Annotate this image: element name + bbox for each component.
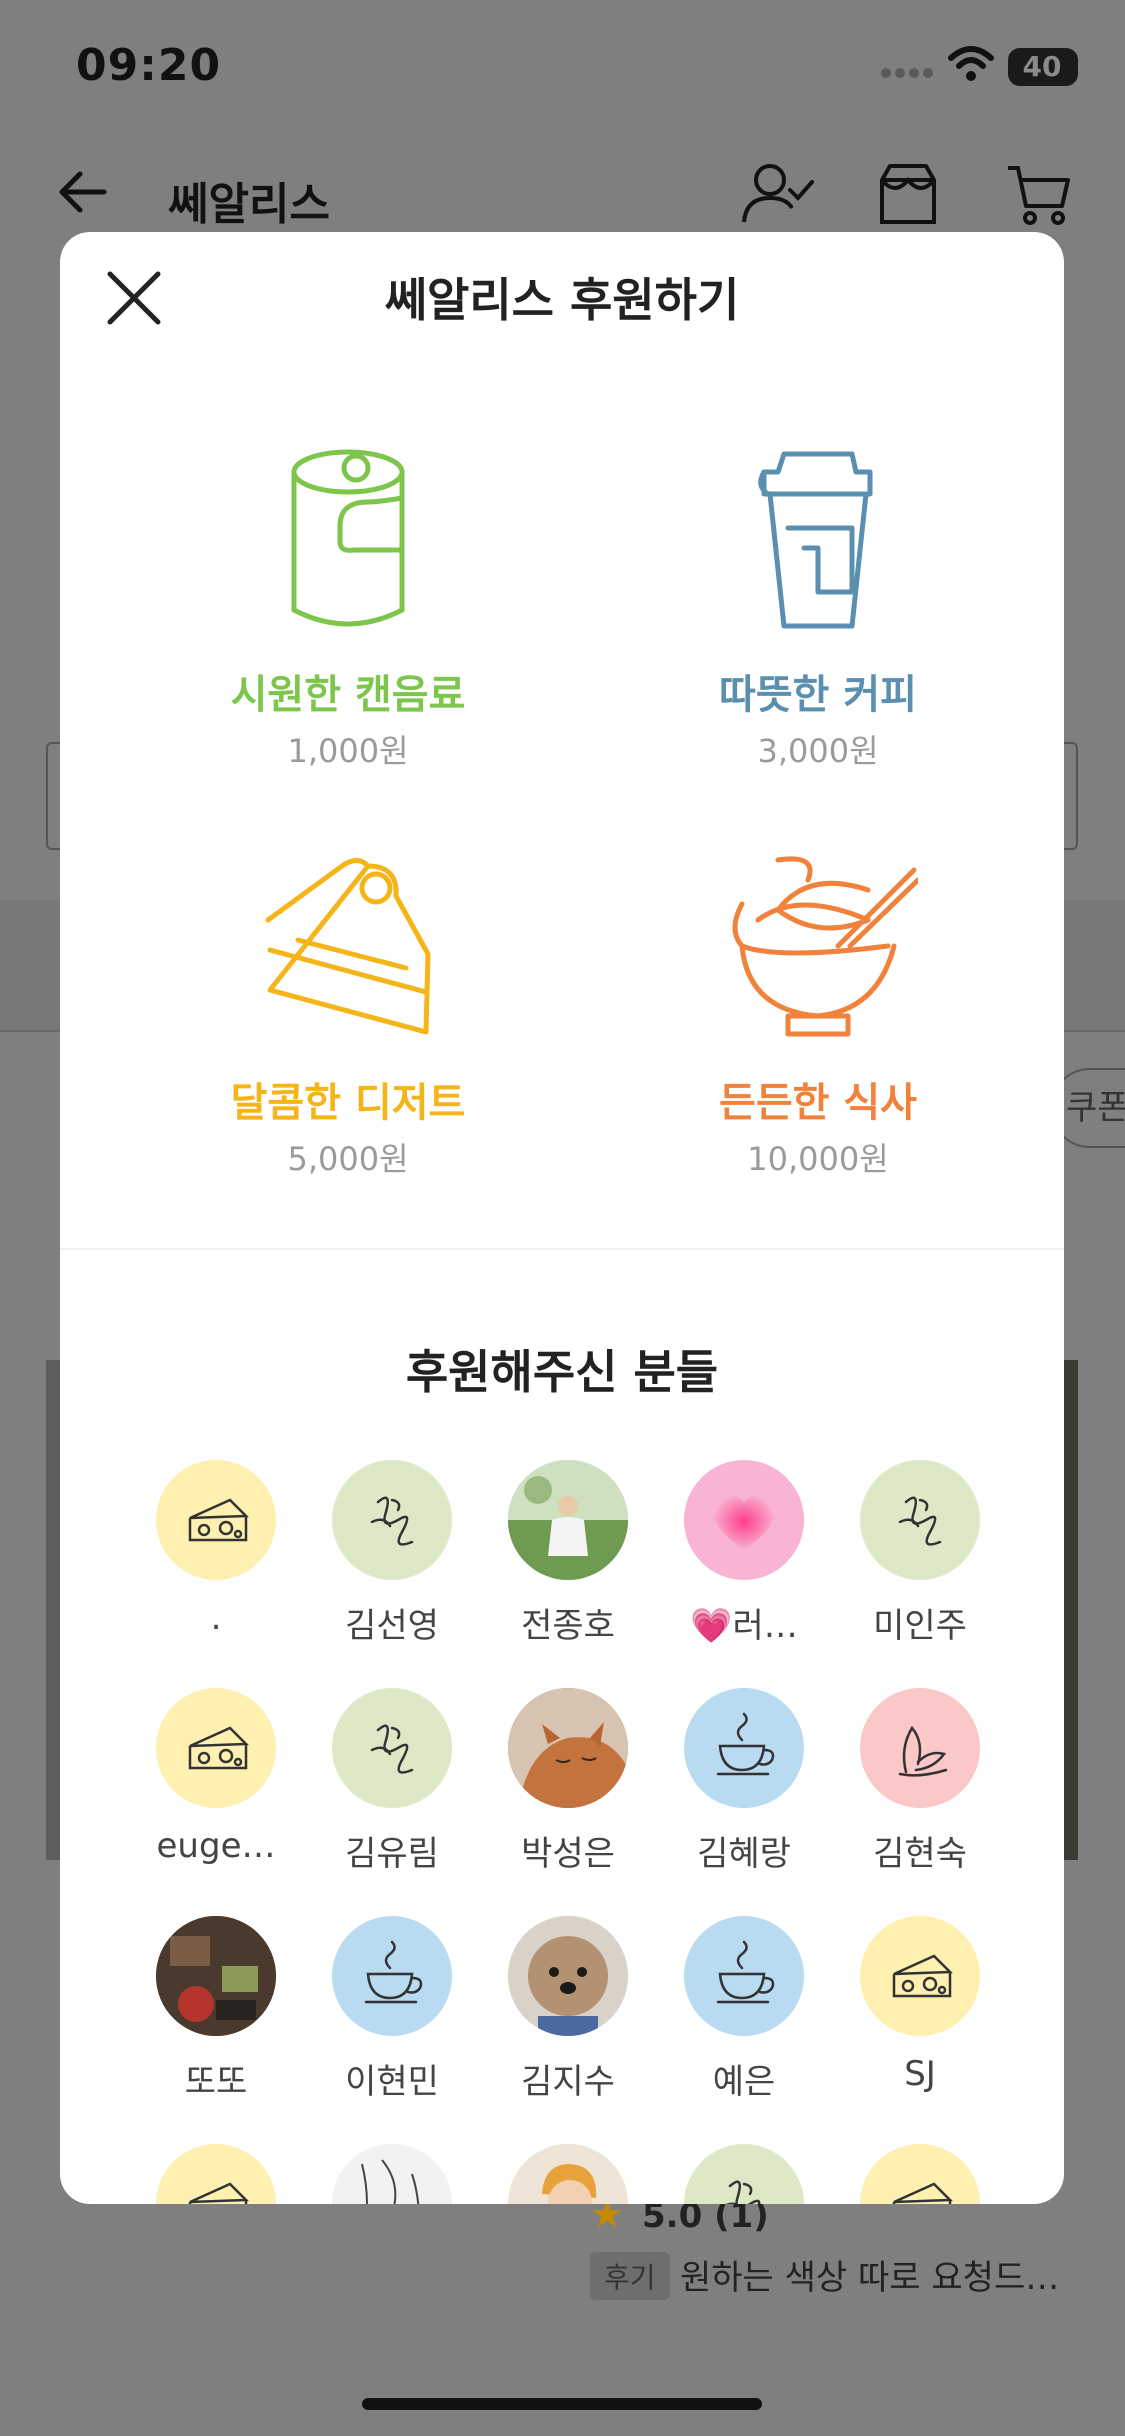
supporter-item[interactable]	[146, 2144, 286, 2204]
supporter-item[interactable]: 김유림	[322, 1688, 462, 1888]
supporter-name: 김현숙	[873, 1834, 967, 1874]
supporter-item[interactable]: 예은	[674, 1916, 814, 2116]
background-product-image	[1064, 1360, 1078, 1860]
option-price: 1,000원	[287, 732, 409, 770]
supporter-item[interactable]: 미인주	[850, 1460, 990, 1660]
supporter-item[interactable]: 박성은	[498, 1688, 638, 1888]
cart-icon[interactable]	[1004, 160, 1074, 230]
supporter-item[interactable]: 김혜랑	[674, 1688, 814, 1888]
supporter-name: 이현민	[345, 2062, 439, 2102]
support-modal: 쎄알리스 후원하기 시원한 캔음료 1,000원 따뜻한 커피 3,000원 달…	[60, 232, 1064, 2204]
teacup-icon	[684, 1916, 804, 2036]
supporter-item[interactable]	[850, 2144, 990, 2204]
cellular-signal-icon	[881, 68, 933, 78]
avatar-photo	[156, 1916, 276, 2036]
supporter-item[interactable]: euge…	[146, 1688, 286, 1888]
flower-sketch-icon	[684, 2144, 804, 2204]
option-can-drink[interactable]: 시원한 캔음료 1,000원	[168, 442, 528, 822]
cheese-icon	[156, 1460, 276, 1580]
option-name: 달콤한 디저트	[230, 1080, 466, 1126]
supporter-name: 김지수	[521, 2062, 615, 2102]
option-meal[interactable]: 든든한 식사 10,000원	[638, 850, 998, 1230]
supporter-name: 💗러…	[690, 1606, 798, 1646]
review-snippet: 원하는 색상 따로 요청드…	[680, 2258, 1060, 2298]
coffee-cup-icon	[758, 451, 873, 629]
supporter-name: 또또	[184, 2062, 248, 2102]
leaf-icon	[860, 1688, 980, 1808]
avatar-photo	[332, 2144, 452, 2204]
wifi-icon	[948, 46, 994, 81]
flower-sketch-icon	[332, 1688, 452, 1808]
cake-icon	[265, 858, 431, 1035]
supporter-item[interactable]: 전종호	[498, 1460, 638, 1660]
supporter-name: 김혜랑	[697, 1834, 791, 1874]
support-options: 시원한 캔음료 1,000원 따뜻한 커피 3,000원 달콤한 디저트 5,0…	[60, 432, 1064, 1232]
supporter-name: 미인주	[873, 1606, 967, 1646]
supporter-name: 박성은	[521, 1834, 615, 1874]
review-tag: 후기	[590, 2252, 670, 2300]
store-icon[interactable]	[876, 160, 940, 230]
supporter-name: 김선영	[345, 1606, 439, 1646]
supporter-item[interactable]: 김선영	[322, 1460, 462, 1660]
battery-level: 40	[1022, 50, 1062, 83]
supporter-item[interactable]: SJ	[850, 1916, 990, 2116]
option-name: 따뜻한 커피	[719, 672, 917, 718]
supporter-name: euge…	[156, 1826, 276, 1866]
supporter-item[interactable]: 김지수	[498, 1916, 638, 2116]
supporter-item[interactable]	[322, 2144, 462, 2204]
supporter-name: 김유림	[345, 1834, 439, 1874]
option-price: 5,000원	[287, 1140, 409, 1178]
bowl-icon	[732, 856, 918, 1037]
cheese-icon	[156, 1688, 276, 1808]
flower-sketch-icon	[332, 1460, 452, 1580]
supporters-title: 후원해주신 분들	[405, 1345, 719, 1399]
avatar-photo	[508, 1916, 628, 2036]
supporter-name: .	[210, 1598, 222, 1638]
flower-sketch-icon	[860, 1460, 980, 1580]
modal-title: 쎄알리스 후원하기	[384, 273, 740, 327]
supporter-item[interactable]	[498, 2144, 638, 2204]
supporter-item[interactable]: 또또	[146, 1916, 286, 2116]
option-coffee[interactable]: 따뜻한 커피 3,000원	[638, 442, 998, 822]
status-time: 09:20	[76, 40, 222, 91]
supporter-item[interactable]	[674, 2144, 814, 2204]
store-title: 쎄알리스	[168, 179, 330, 230]
option-dessert[interactable]: 달콤한 디저트 5,000원	[168, 850, 528, 1230]
supporter-item[interactable]: 💗러…	[674, 1460, 814, 1660]
status-bar: 09:20 40	[0, 0, 1125, 140]
avatar-photo	[508, 1460, 628, 1580]
option-price: 10,000원	[747, 1140, 889, 1178]
supporter-item[interactable]: 김현숙	[850, 1688, 990, 1888]
supporter-name: 전종호	[521, 1606, 615, 1646]
heart-icon	[684, 1460, 804, 1580]
supporter-name: SJ	[904, 2054, 936, 2094]
teacup-icon	[684, 1688, 804, 1808]
cheese-icon	[860, 1916, 980, 2036]
back-arrow-icon[interactable]	[56, 170, 108, 214]
option-name: 든든한 식사	[719, 1080, 917, 1126]
supporter-item[interactable]: .	[146, 1460, 286, 1660]
cheese-icon	[860, 2144, 980, 2204]
avatar-photo	[508, 1688, 628, 1808]
section-divider	[60, 1248, 1064, 1250]
teacup-icon	[332, 1916, 452, 2036]
cheese-icon	[156, 2144, 276, 2204]
avatar-photo	[508, 2144, 628, 2204]
follow-user-icon[interactable]	[740, 160, 816, 230]
option-price: 3,000원	[757, 732, 879, 770]
can-icon	[291, 449, 405, 627]
supporter-item[interactable]: 이현민	[322, 1916, 462, 2116]
home-indicator	[362, 2398, 762, 2410]
option-name: 시원한 캔음료	[230, 672, 466, 718]
supporter-name: 예은	[712, 2062, 776, 2102]
